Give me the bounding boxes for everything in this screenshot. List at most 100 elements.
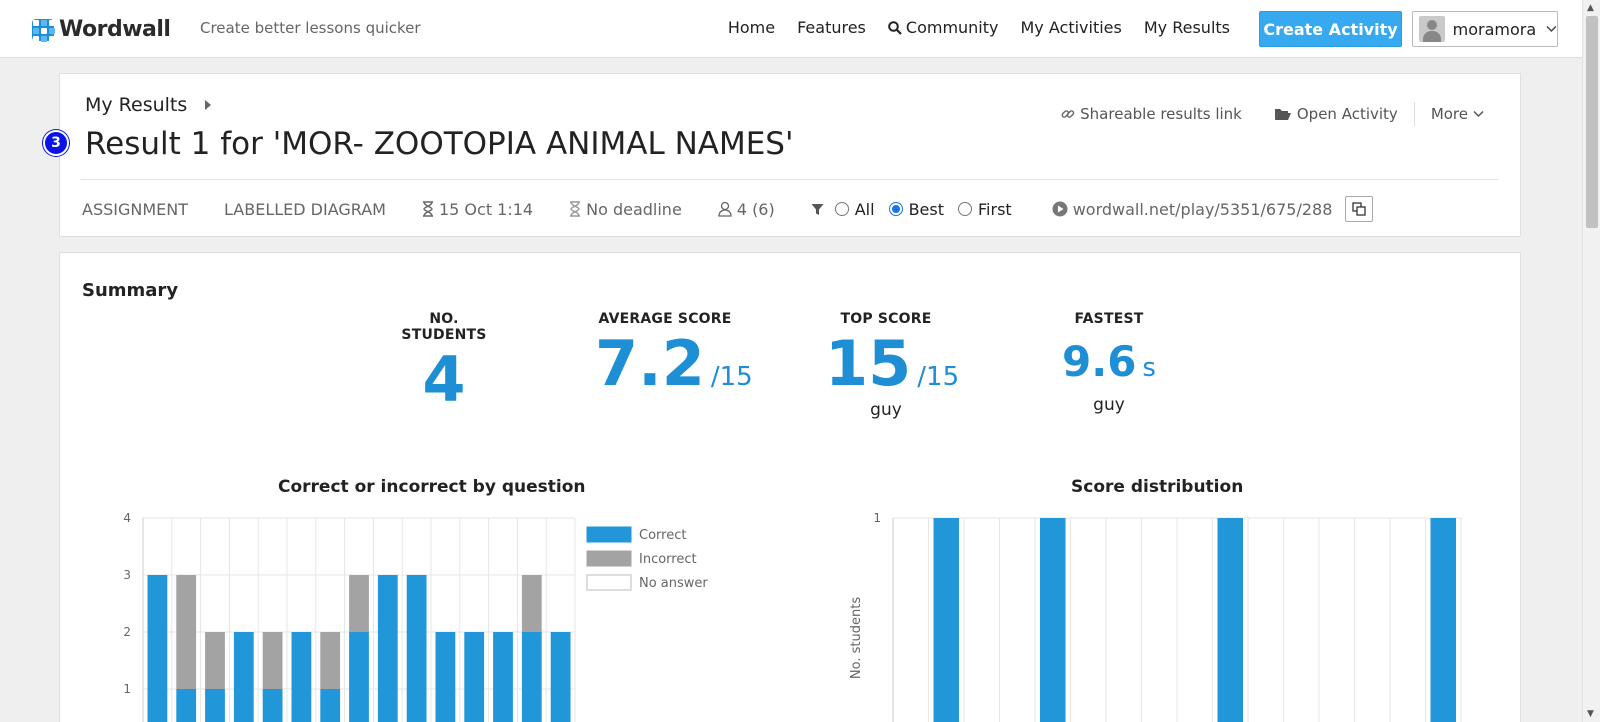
search-icon: [888, 20, 902, 35]
meta-type: ASSIGNMENT: [82, 199, 188, 219]
nav-features[interactable]: Features: [797, 18, 866, 37]
bar-correct: [464, 632, 485, 722]
copy-link-button[interactable]: [1345, 196, 1374, 222]
bar-correct: [262, 689, 283, 722]
more-dropdown[interactable]: More: [1415, 105, 1500, 123]
nav-community-label: Community: [905, 18, 999, 37]
hourglass-icon: [422, 201, 433, 217]
y-tick-label: 4: [123, 511, 131, 525]
bar-correct: [521, 632, 542, 722]
breadcrumb-my-results[interactable]: My Results: [85, 94, 187, 116]
step-badge: 3: [43, 130, 69, 156]
nav-links: Home Features Community My Activities My…: [728, 18, 1230, 37]
filter-best-radio[interactable]: [888, 202, 903, 216]
stat-average-score: AVERAGE SCORE 7.2/15: [595, 311, 753, 395]
chevron-down-icon: [1546, 26, 1557, 33]
meta-date-text: 15 Oct 1:14: [438, 199, 534, 219]
avatar: [1419, 16, 1445, 42]
stat-top-score: TOP SCORE 15/15 guy: [825, 311, 959, 420]
bar-correct: [291, 632, 312, 722]
play-circle-icon: [1052, 201, 1068, 217]
score-distribution-chart: 1 No. students: [849, 511, 1462, 722]
header-actions: Shareable results link Open Activity Mor…: [1045, 102, 1500, 126]
meta-template: LABELLED DIAGRAM: [224, 199, 386, 219]
scrollbar-thumb[interactable]: [1586, 16, 1598, 228]
user-icon: [718, 201, 732, 217]
distribution-bar: [933, 518, 959, 722]
shareable-results-link[interactable]: Shareable results link: [1045, 105, 1258, 123]
stat-fastest-label: FASTEST: [1074, 311, 1144, 327]
bar-correct: [233, 632, 254, 722]
legend-label: Correct: [639, 528, 686, 543]
bar-correct: [205, 689, 225, 722]
stat-top-suffix: /15: [917, 362, 960, 392]
breadcrumb: My Results: [85, 94, 212, 116]
legend-label: Incorrect: [639, 552, 697, 567]
legend-swatch: [586, 526, 632, 543]
play-link-text[interactable]: wordwall.net/play/5351/675/288: [1073, 200, 1333, 219]
stat-average-value: 7.2/15: [595, 333, 753, 395]
chart-questions-title: Correct or incorrect by question: [278, 477, 586, 497]
create-activity-button[interactable]: Create Activity: [1259, 11, 1402, 47]
bar-incorrect: [320, 632, 341, 689]
shareable-results-label: Shareable results link: [1080, 105, 1242, 123]
stat-fastest-suffix: s: [1142, 353, 1156, 383]
scroll-up-arrow-icon[interactable]: ▲: [1587, 3, 1594, 13]
stat-fastest-value: 9.6 s: [1060, 341, 1158, 383]
nav-home[interactable]: Home: [728, 18, 775, 37]
user-menu-button[interactable]: moramora: [1412, 11, 1558, 47]
stat-top-label: TOP SCORE: [840, 311, 932, 327]
open-activity-link[interactable]: Open Activity: [1258, 105, 1414, 123]
page-title: Result 1 for 'MOR- ZOOTOPIA ANIMAL NAMES…: [85, 126, 794, 162]
distribution-bar: [1430, 518, 1456, 722]
stat-top-value: 15/15: [825, 333, 959, 395]
chevron-down-icon: [1473, 110, 1484, 118]
chart-distribution-title: Score distribution: [1071, 477, 1244, 497]
nav-my-activities[interactable]: My Activities: [1021, 18, 1122, 37]
stat-students-value: 4: [422, 343, 466, 416]
bar-correct: [377, 575, 398, 722]
bar-correct: [550, 632, 571, 722]
breadcrumb-arrow-icon: [205, 100, 212, 110]
stat-students-label: NO. STUDENTS: [401, 311, 487, 343]
filter-first-label: First: [978, 199, 1012, 219]
stat-average-suffix: /15: [710, 362, 753, 392]
wordwall-logo[interactable]: Wordwall: [32, 17, 171, 42]
summary-panel: Summary NO. STUDENTS 4 AVERAGE SCORE 7.2…: [59, 252, 1521, 722]
stat-average-label: AVERAGE SCORE: [598, 311, 732, 327]
bar-correct: [176, 689, 197, 722]
result-header-panel: My Results Result 1 for 'MOR- ZOOTOPIA A…: [59, 73, 1521, 237]
stat-fastest: FASTEST 9.6 s guy: [1060, 311, 1158, 415]
legend-swatch: [586, 574, 632, 591]
nav-my-results[interactable]: My Results: [1144, 18, 1230, 37]
header-divider: [81, 179, 1498, 180]
nav-community[interactable]: Community: [888, 18, 999, 37]
meta-deadline: No deadline: [569, 200, 682, 219]
top-navigation: Wordwall Create better lessons quicker H…: [0, 0, 1582, 58]
filter-all-label: All: [854, 199, 875, 219]
bar-correct: [320, 689, 341, 722]
y-tick-label: 2: [123, 625, 131, 639]
stat-fastest-student: guy: [1093, 395, 1125, 415]
stat-top-student: guy: [870, 400, 902, 420]
result-meta-bar: ASSIGNMENT LABELLED DIAGRAM 15 Oct 1:14 …: [82, 196, 1374, 222]
filter-first-radio[interactable]: [958, 202, 973, 216]
meta-play-link: wordwall.net/play/5351/675/288: [1052, 196, 1374, 222]
legend-label: No answer: [639, 576, 708, 591]
distribution-bar: [1040, 518, 1066, 722]
legend-swatch: [586, 550, 632, 567]
copy-icon: [1352, 202, 1367, 216]
page-scrollbar[interactable]: ▲ ▼: [1582, 0, 1600, 722]
bar-incorrect: [205, 632, 225, 689]
scroll-down-arrow-icon[interactable]: ▼: [1587, 709, 1594, 719]
wordwall-logo-icon: [32, 18, 55, 42]
meta-students-text: 4 (6): [736, 199, 775, 219]
meta-date: 15 Oct 1:14: [422, 200, 533, 219]
meta-deadline-text: No deadline: [586, 199, 682, 219]
question-bar-chart: 1 2 3 4 Correct Incorrect No answer: [123, 511, 708, 722]
filter-all-radio[interactable]: [834, 202, 849, 216]
bar-incorrect: [521, 575, 542, 632]
bar-correct: [147, 575, 168, 722]
bar-correct: [435, 632, 456, 722]
y-tick-label: 1: [123, 682, 131, 696]
